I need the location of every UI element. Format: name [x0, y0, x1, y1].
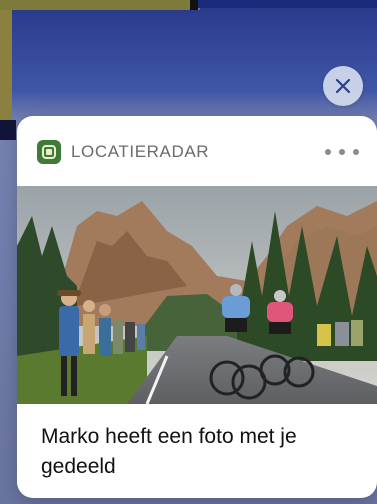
shared-photo[interactable]: [17, 186, 377, 404]
notification-header: LOCATIERADAR: [17, 116, 377, 186]
app-name: LOCATIERADAR: [71, 142, 210, 161]
more-options-icon: [325, 149, 331, 155]
more-options-button[interactable]: [325, 140, 359, 164]
locatieradar-app-icon: [37, 140, 61, 164]
close-button[interactable]: [323, 66, 363, 106]
close-icon: [335, 78, 351, 94]
notification-card[interactable]: LOCATIERADAR Marko heeft een foto met je…: [17, 116, 377, 498]
cycling-photo: [17, 186, 377, 404]
notification-message: Marko heeft een foto met je gedeeld: [41, 425, 297, 478]
